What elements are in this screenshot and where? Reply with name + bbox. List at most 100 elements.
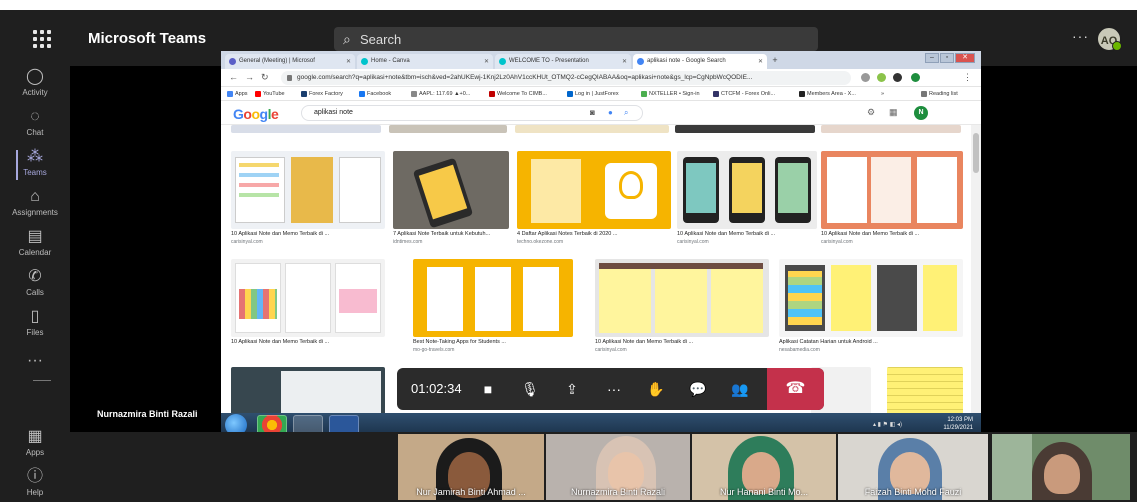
result-caption[interactable]: 10 Aplikasi Note dan Memo Terbaik di ... [821, 231, 963, 237]
close-icon[interactable]: ✕ [758, 58, 763, 65]
app-launcher-icon[interactable] [33, 30, 51, 48]
rail-item-apps[interactable]: ▦ Apps [0, 428, 70, 468]
bookmark[interactable]: Log in | JustForex [567, 91, 619, 97]
image-result-thumb[interactable] [231, 259, 385, 337]
url-field[interactable]: google.com/search?q=aplikasi+note&tbm=is… [281, 71, 851, 85]
chat-icon[interactable]: 💬 [685, 376, 711, 402]
hang-up-button[interactable]: ☎ [767, 368, 824, 410]
rail-item-calls[interactable]: ✆ Calls [0, 268, 70, 308]
participant-tile[interactable] [992, 434, 1130, 500]
rail-more-apps[interactable]: ··· [0, 352, 70, 372]
reload-icon[interactable]: ↻ [261, 72, 269, 83]
bookmark[interactable]: Facebook [359, 91, 391, 97]
rail-separator [33, 380, 51, 381]
result-caption[interactable]: 10 Aplikasi Note dan Memo Terbaik di ... [595, 339, 769, 345]
result-caption[interactable]: Aplikasi Catatan Harian untuk Android ..… [779, 339, 963, 345]
logo-letter: e [270, 106, 279, 122]
browser-tab-active[interactable]: aplikasi note - Google Search ✕ [633, 54, 767, 69]
reading-list[interactable]: Reading list [921, 91, 958, 97]
result-caption[interactable]: 7 Aplikasi Note Terbaik untuk Kebutuh... [393, 231, 509, 237]
tray-date: 11/29/2021 [943, 425, 973, 431]
image-result-thumb[interactable] [779, 259, 963, 337]
bookmark[interactable]: Apps [227, 91, 248, 97]
apps-grid-icon[interactable]: ▦ [889, 107, 898, 118]
bookmark[interactable]: YouTube [255, 91, 285, 97]
puzzle-icon[interactable] [893, 73, 902, 82]
rail-item-help[interactable]: ⓘ Help [0, 468, 70, 502]
minimize-icon[interactable]: – [925, 53, 939, 63]
more-actions-icon[interactable]: ··· [601, 376, 627, 402]
rail-label: Chat [26, 128, 44, 137]
google-search-input[interactable]: aplikasi note ◙ ● ⌕ [301, 105, 643, 121]
extension-icon[interactable] [861, 73, 870, 82]
image-result-thumb[interactable] [595, 259, 769, 337]
bookmarks-overflow[interactable]: » [873, 91, 884, 97]
camera-icon[interactable]: ◙ [590, 108, 595, 117]
close-icon[interactable]: ✕ [484, 58, 489, 65]
participant-tile[interactable]: Nur Hanani Binti Mo... [692, 434, 836, 500]
participant-tile[interactable]: Faizah Binti Mohd Fauzi [838, 434, 988, 500]
system-clock[interactable]: 12:03 PM 11/29/2021 [943, 416, 973, 432]
image-result-thumb[interactable] [231, 125, 381, 133]
window-close-icon[interactable]: ✕ [955, 53, 975, 63]
participant-tile[interactable]: Nur Jamirah Binti Ahmad ... [398, 434, 544, 500]
image-result-thumb[interactable] [413, 259, 573, 337]
browser-tab[interactable]: WELCOME TO - Presentation ✕ [495, 54, 631, 69]
settings-icon[interactable]: ⚙ [867, 107, 875, 118]
rail-item-chat[interactable]: ◌ Chat [0, 108, 70, 148]
bookmark[interactable]: NXTELLER • Sign-in [641, 91, 700, 97]
forward-icon[interactable]: → [245, 72, 254, 82]
image-result-thumb[interactable] [389, 125, 507, 133]
extension-icon[interactable] [877, 73, 886, 82]
back-icon[interactable]: ← [229, 72, 238, 82]
close-icon[interactable]: ✕ [346, 58, 351, 65]
rail-label: Calls [26, 288, 44, 297]
new-tab-icon[interactable]: + [769, 56, 781, 66]
browser-tab[interactable]: Home - Canva ✕ [357, 54, 493, 69]
image-result-thumb[interactable] [231, 151, 385, 229]
bookmark[interactable]: CTCFM - Forex Onli... [713, 91, 775, 97]
result-caption[interactable]: 4 Daftar Aplikasi Notes Terbaik di 2020 … [517, 231, 671, 237]
menu-icon[interactable]: ⋮ [963, 72, 972, 83]
maximize-icon[interactable]: ▫ [940, 53, 954, 63]
rail-item-files[interactable]: ▯ Files [0, 308, 70, 348]
result-caption[interactable]: Best Note-Taking Apps for Students ... [413, 339, 573, 345]
rail-item-calendar[interactable]: ▤ Calendar [0, 228, 70, 268]
image-result-thumb[interactable] [517, 151, 671, 229]
bookmark[interactable]: AAPL: 117.69 ▲+0... [411, 91, 470, 97]
bookmark[interactable]: Welcome To CIMB... [489, 91, 547, 97]
search-icon[interactable]: ⌕ [624, 108, 628, 118]
share-screen-icon[interactable]: ⇪ [559, 376, 585, 402]
microphone-icon[interactable]: 🎙 [517, 376, 543, 402]
rail-item-assignments[interactable]: ⌂ Assignments [0, 188, 70, 228]
result-caption[interactable]: 10 Aplikasi Note dan Memo Terbaik di ... [231, 339, 385, 345]
rail-item-teams[interactable]: ⁂ Teams [0, 148, 70, 188]
bookmark[interactable]: Members Area - X... [799, 91, 856, 97]
google-logo[interactable]: Google [233, 106, 279, 122]
mic-icon[interactable]: ● [608, 108, 613, 117]
profile-icon[interactable] [911, 73, 920, 82]
image-result-thumb[interactable] [677, 151, 817, 229]
search-box[interactable]: ⌕ Search [334, 27, 818, 51]
google-account-avatar[interactable]: N [914, 106, 928, 120]
raise-hand-icon[interactable]: ✋ [643, 376, 669, 402]
result-source: nesabamedia.com [779, 347, 820, 353]
bookmark[interactable]: Forex Factory [301, 91, 343, 97]
image-result-thumb[interactable] [821, 151, 963, 229]
image-result-thumb[interactable] [821, 125, 961, 133]
page-scrollbar[interactable] [971, 125, 981, 437]
result-caption[interactable]: 10 Aplikasi Note dan Memo Terbaik di ... [231, 231, 385, 237]
close-icon[interactable]: ✕ [622, 58, 627, 65]
image-result-thumb[interactable] [515, 125, 669, 133]
image-result-thumb[interactable] [393, 151, 509, 229]
participants-icon[interactable]: 👥 [727, 376, 753, 402]
participant-tile[interactable]: Nurnazmira Binti Razali [546, 434, 690, 500]
rail-item-activity[interactable]: ◯ Activity [0, 68, 70, 108]
system-tray-icons[interactable]: ▴ ▮ ⚑ ◧ ◂) [873, 421, 902, 428]
browser-tab[interactable]: General (Meeting) | Microsof ✕ [225, 54, 355, 69]
result-caption[interactable]: 10 Aplikasi Note dan Memo Terbaik di ... [677, 231, 817, 237]
more-options-icon[interactable]: ··· [1072, 28, 1089, 44]
camera-icon[interactable]: ■ [475, 376, 501, 402]
user-avatar[interactable]: AQ [1096, 26, 1122, 52]
image-result-thumb[interactable] [675, 125, 815, 133]
